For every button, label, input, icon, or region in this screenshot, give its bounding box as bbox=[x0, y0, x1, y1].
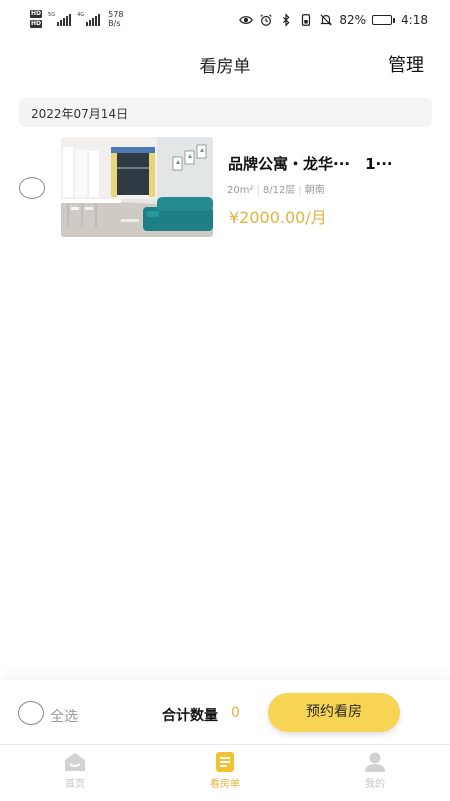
list-icon bbox=[216, 752, 234, 772]
listing-checkbox[interactable] bbox=[19, 177, 45, 199]
signal-icon-2: 4G bbox=[77, 12, 101, 26]
tab-profile-label: 我的 bbox=[365, 779, 385, 790]
profile-icon bbox=[365, 752, 385, 772]
total-label: 合计数量 bbox=[162, 708, 218, 724]
listing-title: 品牌公寓・龙华··· 1··· bbox=[228, 155, 393, 173]
manage-button[interactable]: 管理 bbox=[388, 51, 424, 77]
alarm-icon bbox=[260, 14, 273, 26]
battery-icon bbox=[372, 15, 396, 25]
select-all-label[interactable]: 全选 bbox=[50, 706, 78, 726]
listing-floor: 8/12层 bbox=[262, 185, 296, 196]
select-all-checkbox[interactable] bbox=[18, 701, 44, 725]
hd-badge-top: HD bbox=[30, 10, 43, 18]
book-viewing-button[interactable]: 预约看房 bbox=[268, 693, 400, 732]
listing-meta: 20m² | 8/12层 | 朝南 bbox=[227, 185, 325, 196]
status-bar: HD HD 5G 4G 578 B/s 82% 4:18 bbox=[0, 0, 450, 44]
status-network-group: HD HD 5G 4G 578 B/s bbox=[30, 10, 123, 28]
header: 看房单 管理 bbox=[0, 44, 450, 82]
network-speed: 578 B/s bbox=[108, 10, 124, 28]
listing-area: 20m² bbox=[227, 185, 254, 196]
clock: 4:18 bbox=[401, 13, 428, 27]
home-icon bbox=[65, 753, 85, 771]
total-count: 0 bbox=[231, 705, 240, 721]
date-label: 2022年07月14日 bbox=[31, 107, 129, 121]
date-group-header: 2022年07月14日 bbox=[19, 98, 432, 127]
action-bar: 全选 合计数量 0 预约看房 bbox=[0, 680, 450, 744]
tab-home-label: 首页 bbox=[65, 779, 85, 790]
listing-photo[interactable] bbox=[61, 137, 213, 237]
tab-viewing-list-label: 看房单 bbox=[210, 779, 240, 790]
status-right-group: 82% 4:18 bbox=[239, 13, 428, 27]
listing-orientation: 朝南 bbox=[304, 185, 325, 196]
listing-item[interactable]: 品牌公寓・龙华··· 1··· 20m² | 8/12层 | 朝南 ¥2000.00/月 bbox=[0, 136, 450, 240]
hd-badge-bottom: HD bbox=[30, 20, 43, 28]
eye-icon bbox=[239, 16, 254, 24]
page-title: 看房单 bbox=[199, 57, 251, 77]
tab-profile[interactable]: 我的 bbox=[335, 751, 415, 790]
bluetooth-icon bbox=[283, 13, 290, 27]
tab-bar: 首页 看房单 我的 bbox=[0, 744, 450, 801]
listing-price: ¥2000.00/月 bbox=[229, 208, 327, 227]
mute-icon bbox=[320, 14, 333, 26]
tab-viewing-list[interactable]: 看房单 bbox=[185, 751, 265, 790]
phone-battery-icon bbox=[302, 14, 311, 26]
tab-home[interactable]: 首页 bbox=[35, 751, 115, 790]
signal-icon-1: 5G bbox=[48, 12, 72, 26]
battery-percent: 82% bbox=[339, 13, 367, 27]
